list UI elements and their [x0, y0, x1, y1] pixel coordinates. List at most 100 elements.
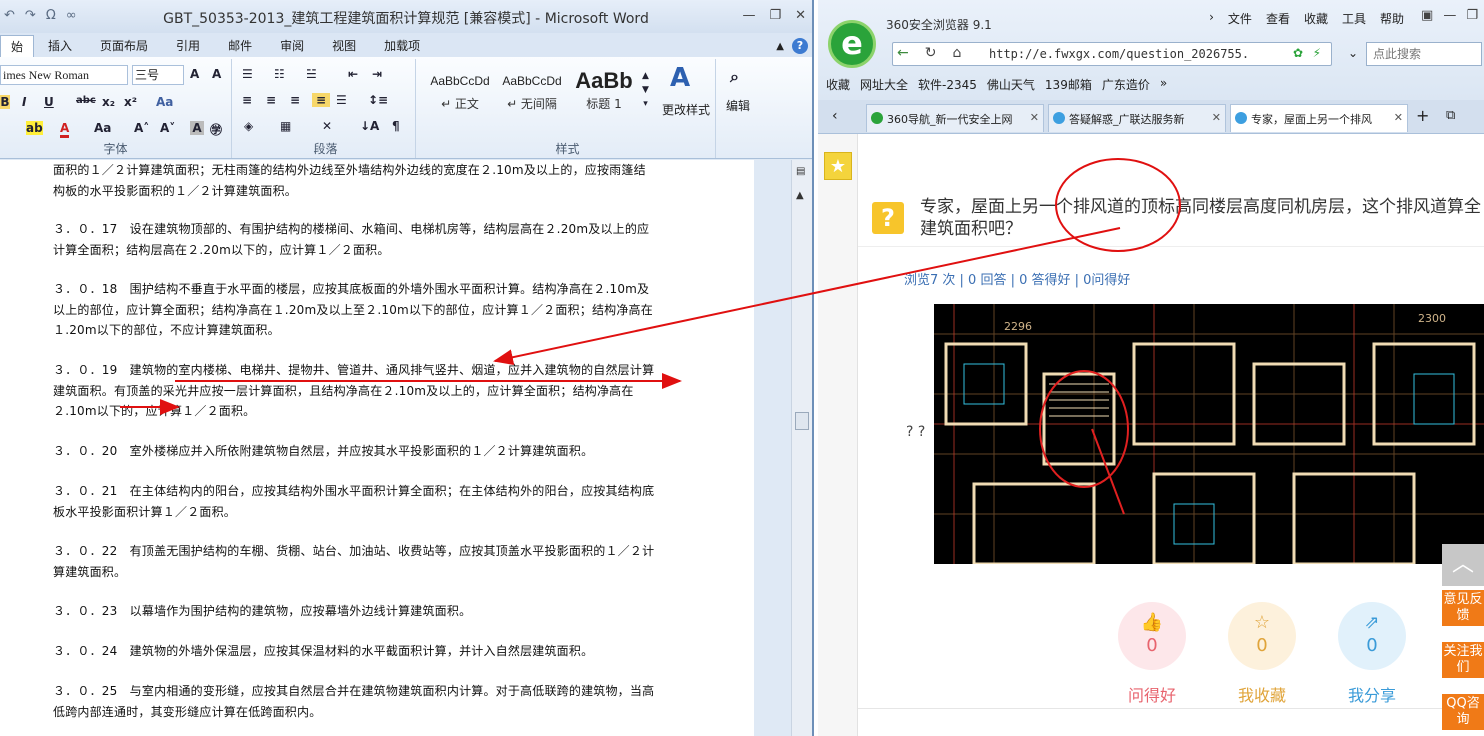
shading-icon[interactable]: ◈	[244, 119, 253, 133]
tab-glodon[interactable]: 答疑解惑_广联达服务新 ✕	[1048, 104, 1226, 132]
change-styles-icon[interactable]: A	[670, 63, 690, 93]
ask-good-button[interactable]: 👍 0	[1118, 602, 1186, 670]
subscript-button[interactable]: x₂	[102, 95, 115, 109]
tab-scroll-left-icon[interactable]: ‹	[832, 108, 838, 124]
feedback-button[interactable]: 意见反馈	[1442, 590, 1484, 626]
restore-icon[interactable]: ❐	[769, 8, 781, 23]
style-no-spacing[interactable]: AaBbCcDd ↵ 无间隔	[496, 67, 568, 123]
menu-favorites[interactable]: 收藏	[1304, 10, 1328, 27]
fav-collect[interactable]: 收藏	[826, 76, 850, 93]
tab-current-question[interactable]: 专家，屋面上另一个排风 ✕	[1230, 104, 1408, 132]
ask-good-label[interactable]: 问得好	[1107, 682, 1197, 706]
font-name-select[interactable]: imes New Roman	[0, 65, 128, 85]
refresh-icon[interactable]: ↻	[925, 45, 937, 61]
close-tab-icon[interactable]: ✕	[1394, 111, 1403, 124]
qq-consult-button[interactable]: QQ咨询	[1442, 694, 1484, 730]
clear-format-icon[interactable]: A	[212, 67, 221, 81]
fav-mail[interactable]: 139邮箱	[1045, 76, 1092, 93]
align-right-icon[interactable]: ≡	[290, 93, 300, 107]
enclose-char-button[interactable]: ㊫	[210, 121, 222, 138]
increase-indent-icon[interactable]: ⇥	[372, 67, 382, 81]
tab-home[interactable]: 始	[0, 35, 35, 57]
italic-button[interactable]: I	[22, 95, 26, 109]
scroll-up-icon[interactable]: ▲	[796, 190, 804, 201]
change-case-icon[interactable]: Aa	[156, 95, 173, 109]
back-to-top-icon[interactable]: ︿	[1442, 544, 1484, 586]
styles-scroll-icon[interactable]: ▲ ▼ ▾	[642, 69, 649, 111]
menu-help[interactable]: 帮助	[1380, 10, 1404, 27]
skin-icon[interactable]: ▣	[1421, 8, 1433, 23]
menu-view[interactable]: 查看	[1266, 10, 1290, 27]
bullets-icon[interactable]: ☰	[242, 67, 253, 81]
fav-weather[interactable]: 佛山天气	[987, 76, 1035, 93]
menu-file[interactable]: 文件	[1228, 10, 1252, 27]
style-heading-1[interactable]: AaBb 标题 1	[568, 67, 640, 123]
address-bar[interactable]: ← ↻ ⌂ http://e.fwxgx.com/question_202675…	[892, 42, 1332, 66]
tab-addins[interactable]: 加载项	[370, 35, 434, 57]
numbering-icon[interactable]: ☷	[274, 67, 285, 81]
grow-font-button[interactable]: A˄	[134, 121, 149, 135]
new-tab-icon[interactable]: +	[1416, 106, 1429, 125]
tab-insert[interactable]: 插入	[34, 35, 86, 57]
font-color-button[interactable]: A	[60, 121, 70, 138]
vertical-scrollbar[interactable]: ▤ ▲	[791, 160, 812, 736]
fav-software[interactable]: 软件-2345	[918, 76, 977, 93]
shrink-font-button[interactable]: A˅	[160, 121, 175, 135]
asian-layout-icon[interactable]: ✕	[322, 119, 332, 133]
char-shading-button[interactable]: A	[190, 121, 204, 135]
decrease-indent-icon[interactable]: ⇤	[348, 67, 358, 81]
align-left-icon[interactable]: ≡	[242, 93, 252, 107]
cad-drawing-image[interactable]: 2296 2300	[934, 304, 1484, 564]
font-size-aa-icon[interactable]: Aa	[94, 121, 111, 135]
tab-review[interactable]: 审阅	[266, 35, 318, 57]
menu-chevron-icon[interactable]: ›	[1209, 10, 1214, 27]
close-tab-icon[interactable]: ✕	[1212, 111, 1221, 124]
help-icon[interactable]: ?	[792, 38, 808, 54]
change-styles-label[interactable]: 更改样式	[658, 101, 714, 118]
bold-button[interactable]: B	[0, 95, 10, 109]
more-favorites-icon[interactable]: »	[1160, 76, 1167, 93]
fav-links[interactable]: 网址大全	[860, 76, 908, 93]
restore-tab-icon[interactable]: ⧉	[1446, 108, 1455, 123]
document-page[interactable]: 面积的１／２计算建筑面积；无柱雨篷的结构外边线至外墙结构外边线的宽度在２.10m…	[0, 160, 754, 736]
my-favorite-button[interactable]: ☆ 0	[1228, 602, 1296, 670]
justify-icon[interactable]: ≡	[312, 93, 330, 107]
borders-icon[interactable]: ▦	[280, 119, 291, 133]
ribbon-collapse-icon[interactable]: ▲	[776, 41, 784, 52]
ruler-toggle-icon[interactable]: ▤	[796, 166, 805, 177]
close-tab-icon[interactable]: ✕	[1030, 111, 1039, 124]
align-center-icon[interactable]: ≡	[266, 93, 276, 107]
line-spacing-icon[interactable]: ↕≡	[368, 93, 388, 107]
search-input[interactable]: 点此搜索	[1366, 42, 1482, 66]
underline-button[interactable]: U	[44, 95, 54, 109]
star-icon[interactable]: ★	[824, 152, 852, 180]
speed-icon[interactable]: ⚡	[1313, 46, 1321, 60]
close-icon[interactable]: ✕	[795, 8, 806, 23]
dropdown-icon[interactable]: ⌄	[1348, 46, 1358, 60]
grow-font-icon[interactable]: A	[190, 67, 199, 81]
url-text[interactable]: http://e.fwxgx.com/question_2026755.	[989, 47, 1249, 61]
distributed-icon[interactable]: ☰	[336, 93, 347, 107]
minimize-icon[interactable]: —	[742, 8, 755, 23]
tab-view[interactable]: 视图	[318, 35, 370, 57]
binoculars-icon[interactable]: ⌕	[730, 67, 739, 87]
multilevel-list-icon[interactable]: ☱	[306, 67, 317, 81]
fav-cost[interactable]: 广东造价	[1102, 76, 1150, 93]
tab-page-layout[interactable]: 页面布局	[86, 35, 162, 57]
my-favorite-label[interactable]: 我收藏	[1217, 682, 1307, 706]
my-share-label[interactable]: 我分享	[1327, 682, 1417, 706]
minimize-icon[interactable]: —	[1443, 8, 1456, 23]
follow-us-button[interactable]: 关注我们	[1442, 642, 1484, 678]
highlight-button[interactable]: ab	[26, 121, 43, 135]
font-size-select[interactable]: 三号	[132, 65, 184, 85]
tab-360nav[interactable]: 360导航_新一代安全上网 ✕	[866, 104, 1044, 132]
strikethrough-button[interactable]: abc	[76, 95, 96, 106]
my-share-button[interactable]: ⇗ 0	[1338, 602, 1406, 670]
menu-tools[interactable]: 工具	[1342, 10, 1366, 27]
question-stats[interactable]: 浏览7 次 | 0 回答 | 0 答得好 | 0问得好	[904, 269, 1130, 288]
home-icon[interactable]: ⌂	[952, 45, 961, 61]
security-icon[interactable]: ✿	[1293, 46, 1303, 60]
sort-icon[interactable]: ↓A	[360, 119, 379, 133]
style-normal[interactable]: AaBbCcDd ↵ 正文	[424, 67, 496, 123]
show-marks-icon[interactable]: ¶	[392, 119, 400, 133]
